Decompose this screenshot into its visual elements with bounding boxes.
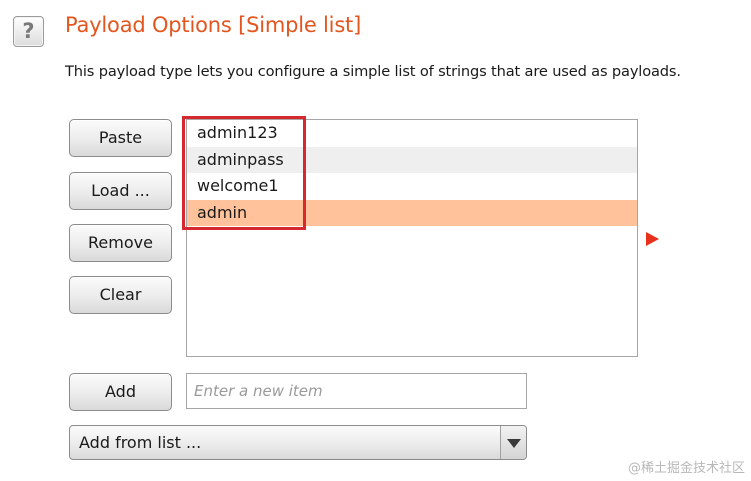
add-button[interactable]: Add xyxy=(69,373,172,411)
load-button[interactable]: Load ... xyxy=(69,172,172,210)
dropdown-selected-value: Add from list ... xyxy=(79,433,202,452)
payload-list[interactable]: admin123 adminpass welcome1 admin xyxy=(186,119,638,357)
help-icon[interactable]: ? xyxy=(13,16,44,47)
remove-button[interactable]: Remove xyxy=(69,224,172,262)
add-from-list-dropdown[interactable]: Add from list ... xyxy=(69,425,527,460)
chevron-down-icon[interactable] xyxy=(500,426,526,459)
play-arrow-icon xyxy=(646,232,659,246)
section-title: Payload Options [Simple list] xyxy=(65,13,362,37)
clear-button[interactable]: Clear xyxy=(69,276,172,314)
new-item-input[interactable] xyxy=(186,373,527,409)
payload-list-item[interactable]: adminpass xyxy=(187,146,637,173)
payload-list-item-selected[interactable]: admin xyxy=(187,199,637,226)
section-description: This payload type lets you configure a s… xyxy=(65,63,681,80)
payload-list-item[interactable]: admin123 xyxy=(187,120,637,147)
watermark: @稀土掘金技术社区 xyxy=(627,461,745,476)
paste-button[interactable]: Paste xyxy=(69,119,172,157)
payload-list-item[interactable]: welcome1 xyxy=(187,173,637,200)
